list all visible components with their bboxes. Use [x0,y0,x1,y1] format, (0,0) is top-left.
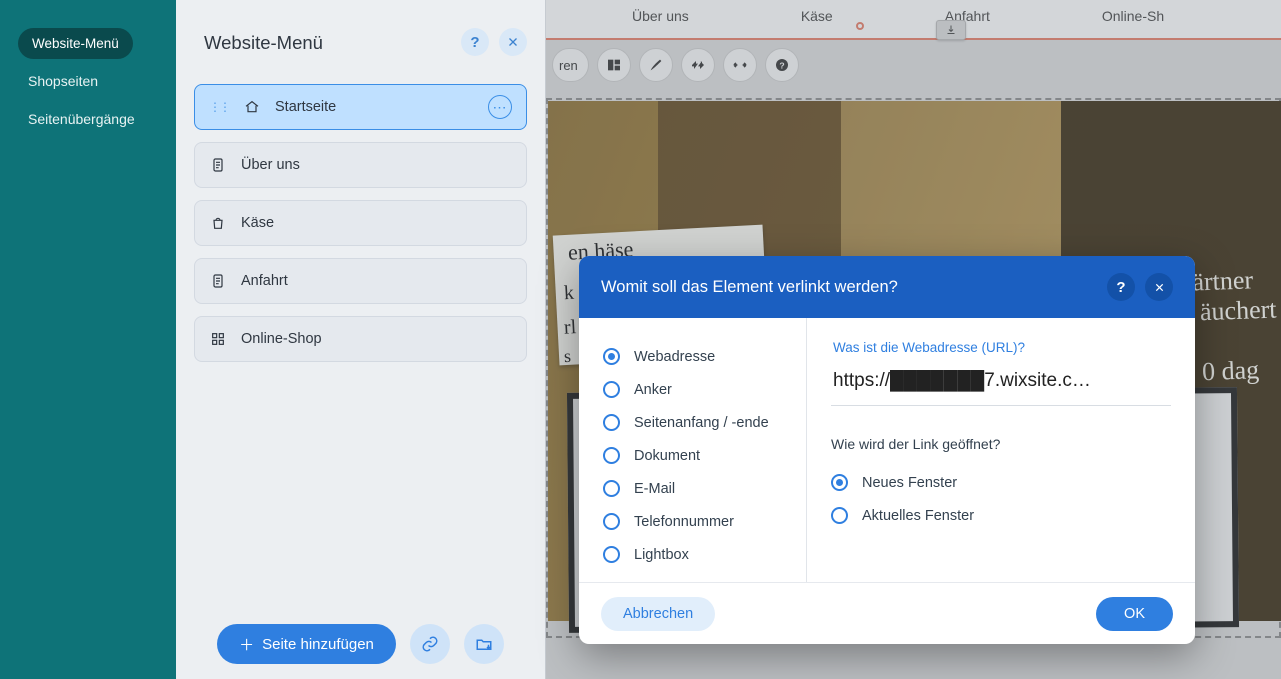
radio-seitenanfang[interactable]: Seitenanfang / -ende [603,406,798,439]
radio-icon [831,507,848,524]
radio-label: Dokument [634,448,700,464]
sidebar-tab-active[interactable]: Website-Menü [18,28,133,59]
page-item-more-button[interactable]: ⋯ [488,95,512,119]
panel-close-button[interactable] [499,28,527,56]
radio-icon [603,480,620,497]
page-item-label: Anfahrt [241,273,288,289]
page-item-kaese[interactable]: Käse [194,200,527,246]
ok-button[interactable]: OK [1096,597,1173,631]
url-field-label: Was ist die Webadresse (URL)? [833,340,1171,355]
radio-dokument[interactable]: Dokument [603,439,798,472]
radio-label: Seitenanfang / -ende [634,415,769,431]
page-item-anfahrt[interactable]: Anfahrt [194,258,527,304]
page-item-label: Online-Shop [241,331,322,347]
open-mode-label: Wie wird der Link geöffnet? [831,436,1171,452]
radio-label: Aktuelles Fenster [862,508,974,524]
doc-icon [209,157,227,173]
radio-aktuelles-fenster[interactable]: Aktuelles Fenster [831,499,1171,532]
add-page-button[interactable]: ＋ Seite hinzufügen [217,624,396,664]
page-item-ueber-uns[interactable]: Über uns [194,142,527,188]
bag-icon [209,215,227,231]
radio-icon [603,546,620,563]
drag-handle-icon[interactable]: ⋮⋮ [209,100,229,114]
cancel-button[interactable]: Abbrechen [601,597,715,631]
close-icon [1154,282,1165,293]
page-item-startseite[interactable]: ⋮⋮ Startseite ⋯ [194,84,527,130]
page-item-online-shop[interactable]: Online-Shop [194,316,527,362]
home-icon [243,99,261,115]
radio-label: Telefonnummer [634,514,734,530]
dialog-help-button[interactable]: ? [1107,273,1135,301]
folder-icon [475,635,493,653]
left-sidebar: Website-Menü Shopseiten Seitenübergänge [0,0,176,679]
panel-help-button[interactable]: ? [461,28,489,56]
dialog-close-button[interactable] [1145,273,1173,301]
page-item-label: Über uns [241,157,300,173]
radio-anker[interactable]: Anker [603,373,798,406]
radio-icon [603,513,620,530]
add-page-label: Seite hinzufügen [262,636,374,653]
pages-panel: Website-Menü ? ⋮⋮ Startseite ⋯ Über uns … [176,0,546,679]
link-dialog: Womit soll das Element verlinkt werden? … [579,256,1195,644]
radio-neues-fenster[interactable]: Neues Fenster [831,466,1171,499]
sidebar-link[interactable]: Shopseiten [0,59,176,89]
page-item-label: Startseite [275,99,336,115]
link-type-list: Webadresse Anker Seitenanfang / -ende Do… [579,318,807,582]
link-settings-button[interactable] [410,624,450,664]
plus-icon: ＋ [239,634,254,655]
radio-label: E-Mail [634,481,675,497]
radio-icon [603,447,620,464]
radio-label: Anker [634,382,672,398]
radio-webadresse[interactable]: Webadresse [603,340,798,373]
radio-telefon[interactable]: Telefonnummer [603,505,798,538]
url-input[interactable] [831,363,1171,399]
folder-button[interactable] [464,624,504,664]
close-icon [507,36,519,48]
dialog-title: Womit soll das Element verlinkt werden? [601,278,898,297]
radio-icon [831,474,848,491]
panel-title: Website-Menü [204,32,545,54]
radio-icon [603,381,620,398]
radio-lightbox[interactable]: Lightbox [603,538,798,571]
link-icon [421,635,439,653]
grid-icon [209,331,227,347]
doc-icon [209,273,227,289]
radio-email[interactable]: E-Mail [603,472,798,505]
radio-icon [603,414,620,431]
radio-label: Neues Fenster [862,475,957,491]
radio-label: Lightbox [634,547,689,563]
radio-icon [603,348,620,365]
page-item-label: Käse [241,215,274,231]
radio-label: Webadresse [634,349,715,365]
sidebar-link[interactable]: Seitenübergänge [0,89,176,127]
